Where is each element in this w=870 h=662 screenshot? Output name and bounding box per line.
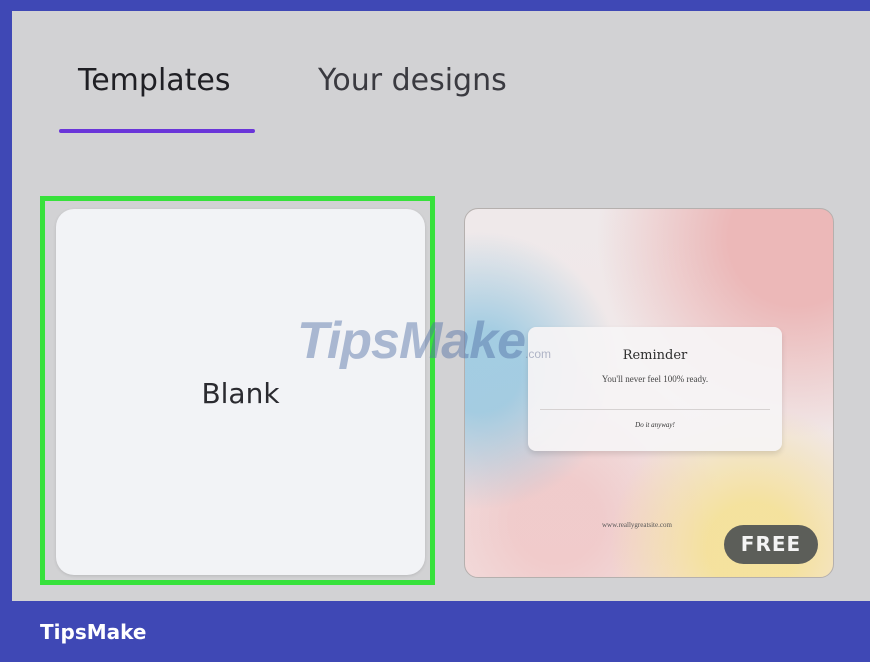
- template-divider: [540, 409, 770, 410]
- tab-bar: Templates Your designs: [12, 11, 870, 151]
- template-action-text: Do it anyway!: [635, 421, 675, 429]
- blank-card-label: Blank: [201, 377, 280, 410]
- template-text: You'll never feel 100% ready.: [601, 374, 709, 384]
- template-preview-box: Reminder You'll never feel 100% ready. D…: [528, 327, 782, 451]
- active-tab-indicator: [59, 129, 255, 133]
- tab-templates[interactable]: Templates: [78, 63, 231, 98]
- template-url: www.reallygreatsite.com: [602, 521, 672, 529]
- tab-your-designs[interactable]: Your designs: [318, 63, 507, 98]
- reminder-template-card[interactable]: Reminder You'll never feel 100% ready. D…: [464, 208, 834, 578]
- footer-brand: TipsMake: [40, 620, 147, 644]
- template-title: Reminder: [622, 348, 688, 363]
- app-screen: Templates Your designs Blank Reminder Yo…: [12, 11, 870, 601]
- blank-design-card[interactable]: Blank: [56, 209, 425, 575]
- free-badge: FREE: [724, 525, 818, 564]
